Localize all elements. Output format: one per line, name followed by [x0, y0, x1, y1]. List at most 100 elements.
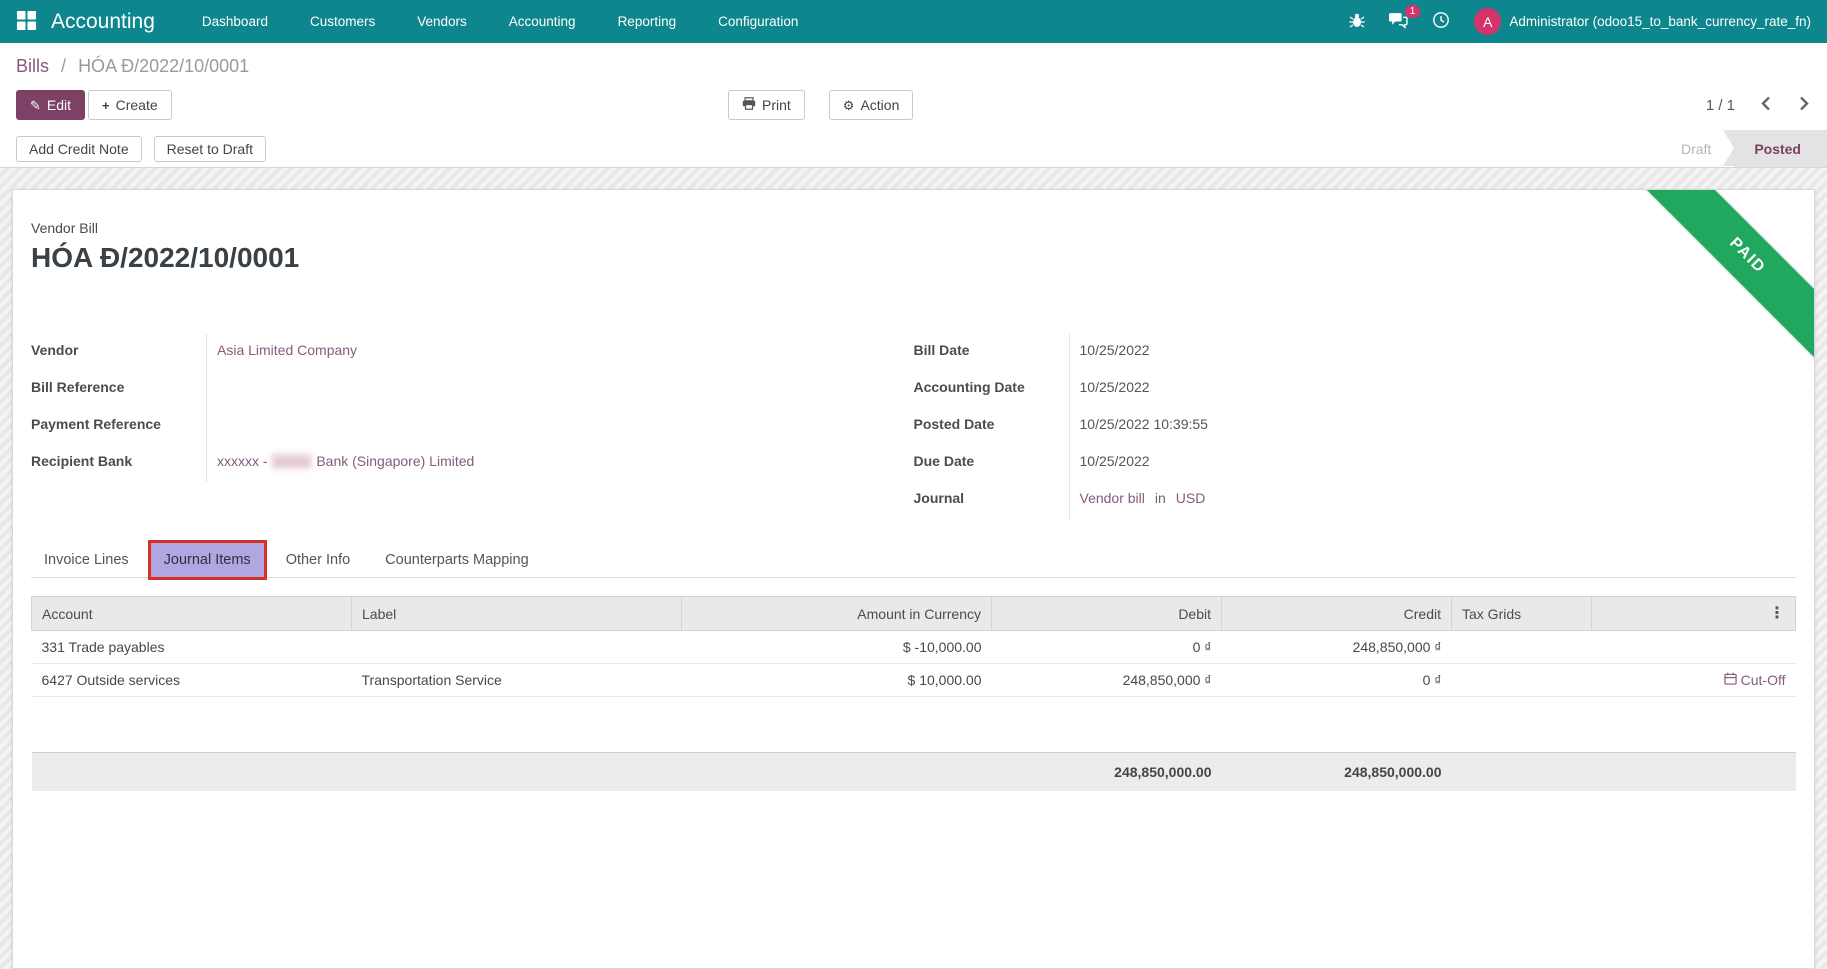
- cell-amount-in-currency: $ 10,000.00: [681, 663, 992, 697]
- vendor-label: Vendor: [31, 342, 79, 358]
- nav-item-vendors[interactable]: Vendors: [396, 0, 488, 43]
- cell-extra: [1591, 630, 1796, 664]
- action-button[interactable]: ⚙ Action: [828, 90, 914, 120]
- accounting-date-label: Accounting Date: [913, 379, 1025, 395]
- pager-next-button[interactable]: [1797, 94, 1811, 117]
- print-button-label: Print: [762, 97, 791, 113]
- total-credit: 248,850,000.00: [1221, 752, 1452, 791]
- vendor-bill-sheet: PAID Vendor Bill HÓA Đ/2022/10/0001 Vend…: [12, 189, 1815, 969]
- field-group-left: Vendor Asia Limited Company Bill Referen…: [31, 334, 914, 519]
- breadcrumb-separator: /: [61, 56, 67, 76]
- page-title: HÓA Đ/2022/10/0001: [31, 242, 300, 273]
- bill-reference-label: Bill Reference: [31, 379, 125, 395]
- totals-row: 248,850,000.00 248,850,000.00: [31, 752, 1796, 791]
- action-button-label: Action: [860, 97, 900, 113]
- field-recipient-bank: Recipient Bank xxxxxx - xxxxx Bank (Sing…: [31, 445, 914, 482]
- plus-icon: +: [102, 97, 110, 113]
- vendor-link[interactable]: Asia Limited Company: [217, 342, 357, 358]
- pager-previous-button[interactable]: [1759, 94, 1773, 117]
- field-due-date: Due Date 10/25/2022: [914, 445, 1797, 482]
- table-row[interactable]: 6427 Outside services Transportation Ser…: [31, 663, 1796, 697]
- column-header-credit[interactable]: Credit: [1221, 596, 1452, 631]
- cell-debit: 0 ₫: [991, 630, 1222, 664]
- column-header-label[interactable]: Label: [351, 596, 682, 631]
- print-button[interactable]: Print: [728, 90, 805, 120]
- add-credit-note-button[interactable]: Add Credit Note: [16, 135, 142, 162]
- create-button-label: Create: [115, 97, 158, 113]
- redacted-text: xxxxx: [271, 453, 313, 469]
- pencil-icon: ✎: [30, 97, 41, 113]
- cell-tax-grids: [1451, 630, 1592, 664]
- column-header-amount-in-currency[interactable]: Amount in Currency: [681, 596, 992, 631]
- nav-item-reporting[interactable]: Reporting: [597, 0, 698, 43]
- tab-invoice-lines[interactable]: Invoice Lines: [31, 543, 142, 577]
- journal-link[interactable]: Vendor bill: [1080, 490, 1145, 506]
- breadcrumb-current: HÓA Đ/2022/10/0001: [78, 56, 250, 76]
- payment-reference-label: Payment Reference: [31, 416, 161, 432]
- field-posted-date: Posted Date 10/25/2022 10:39:55: [914, 408, 1797, 445]
- main-menu: Dashboard Customers Vendors Accounting R…: [181, 0, 820, 43]
- state-posted[interactable]: Posted: [1734, 130, 1827, 167]
- field-bill-date: Bill Date 10/25/2022: [914, 334, 1797, 371]
- field-payment-reference: Payment Reference: [31, 408, 914, 445]
- form-view-background: PAID Vendor Bill HÓA Đ/2022/10/0001 Vend…: [0, 168, 1827, 969]
- apps-menu-button[interactable]: [16, 10, 37, 34]
- message-counter-badge: 1: [1404, 5, 1421, 18]
- nav-item-dashboard[interactable]: Dashboard: [181, 0, 289, 43]
- notebook-tabs: Invoice Lines Journal Items Other Info C…: [31, 540, 1796, 580]
- bill-date-value: 10/25/2022: [1068, 334, 1797, 371]
- breadcrumb: Bills / HÓA Đ/2022/10/0001: [0, 43, 1827, 84]
- field-vendor: Vendor Asia Limited Company: [31, 334, 914, 371]
- nav-item-accounting[interactable]: Accounting: [488, 0, 597, 43]
- column-header-debit[interactable]: Debit: [991, 596, 1222, 631]
- state-steps: Draft Posted: [1656, 130, 1827, 167]
- user-menu[interactable]: A Administrator (odoo15_to_bank_currency…: [1462, 8, 1811, 35]
- statusbar: Add Credit Note Reset to Draft Draft Pos…: [0, 130, 1827, 168]
- payment-reference-value: [206, 408, 914, 445]
- nav-item-customers[interactable]: Customers: [289, 0, 396, 43]
- printer-icon: [742, 97, 756, 113]
- due-date-label: Due Date: [913, 453, 975, 469]
- clock-icon: [1432, 11, 1450, 32]
- field-accounting-date: Accounting Date 10/25/2022: [914, 371, 1797, 408]
- app-name[interactable]: Accounting: [51, 10, 155, 34]
- create-button[interactable]: + Create: [88, 90, 172, 120]
- tab-counterparts-mapping[interactable]: Counterparts Mapping: [372, 543, 541, 577]
- field-group-right: Bill Date 10/25/2022 Accounting Date 10/…: [914, 334, 1797, 519]
- recipient-bank-label: Recipient Bank: [31, 453, 133, 469]
- state-draft[interactable]: Draft: [1656, 130, 1724, 167]
- pager-count: 1 / 1: [1705, 96, 1735, 114]
- column-header-account[interactable]: Account: [31, 596, 352, 631]
- cutoff-tag[interactable]: Cut-Off: [1723, 672, 1786, 688]
- messages-button[interactable]: 1: [1377, 0, 1421, 43]
- control-panel: ✎ Edit + Create Print ⚙ Action 1 / 1: [0, 84, 1827, 130]
- tab-other-info[interactable]: Other Info: [273, 543, 363, 577]
- currency-link[interactable]: USD: [1176, 490, 1206, 506]
- field-journal: Journal Vendor bill in USD: [914, 482, 1797, 519]
- field-grid: Vendor Asia Limited Company Bill Referen…: [31, 334, 1796, 519]
- nav-item-configuration[interactable]: Configuration: [697, 0, 819, 43]
- activities-button[interactable]: [1420, 0, 1462, 43]
- due-date-value: 10/25/2022: [1068, 445, 1797, 482]
- table-row[interactable]: 331 Trade payables $ -10,000.00 0 ₫ 248,…: [31, 630, 1796, 664]
- cell-credit: 248,850,000 ₫: [1221, 630, 1452, 664]
- pager: 1 / 1: [1706, 94, 1811, 117]
- table-header-row: Account Label Amount in Currency Debit C…: [31, 596, 1796, 631]
- empty-rows-area: [32, 697, 1796, 753]
- cell-debit: 248,850,000 ₫: [991, 663, 1222, 697]
- recipient-bank-link[interactable]: xxxxxx - xxxxx Bank (Singapore) Limited: [217, 453, 474, 469]
- posted-date-label: Posted Date: [913, 416, 995, 432]
- posted-date-value: 10/25/2022 10:39:55: [1068, 408, 1797, 445]
- journal-items-table: Account Label Amount in Currency Debit C…: [31, 596, 1796, 791]
- total-debit: 248,850,000.00: [991, 752, 1222, 791]
- edit-button[interactable]: ✎ Edit: [16, 90, 86, 120]
- top-navbar: Accounting Dashboard Customers Vendors A…: [0, 0, 1827, 43]
- column-header-tax-grids[interactable]: Tax Grids: [1451, 596, 1592, 631]
- breadcrumb-bills-link[interactable]: Bills: [16, 56, 49, 76]
- cell-label: Transportation Service: [351, 663, 682, 697]
- reset-to-draft-button[interactable]: Reset to Draft: [153, 135, 266, 162]
- tab-journal-items[interactable]: Journal Items: [147, 540, 267, 580]
- debug-menu-button[interactable]: [1337, 0, 1377, 43]
- optional-columns-icon[interactable]: ⋮: [1769, 605, 1785, 622]
- cell-label: [351, 630, 682, 664]
